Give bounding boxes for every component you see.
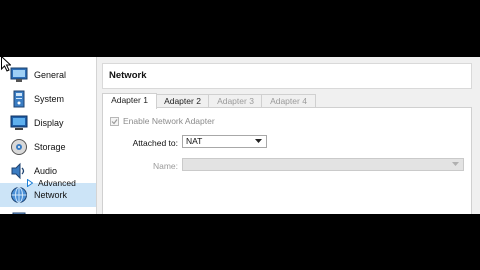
sidebar-item-system[interactable]: System bbox=[0, 87, 96, 111]
serial-ports-icon bbox=[10, 210, 28, 214]
audio-icon bbox=[10, 162, 28, 180]
sidebar-item-general[interactable]: General bbox=[0, 63, 96, 87]
network-icon bbox=[10, 186, 28, 204]
chevron-down-icon bbox=[452, 162, 459, 166]
display-icon bbox=[10, 114, 28, 132]
attached-to-value: NAT bbox=[186, 136, 203, 146]
sidebar-item-label: Display bbox=[34, 118, 64, 128]
advanced-label: Advanced bbox=[38, 178, 76, 188]
tab-adapter-4[interactable]: Adapter 4 bbox=[261, 94, 316, 108]
settings-sidebar: General System Display Storage Audio Net… bbox=[0, 57, 97, 214]
storage-icon bbox=[10, 138, 28, 156]
enable-adapter-label: Enable Network Adapter bbox=[123, 116, 215, 126]
system-icon bbox=[10, 90, 28, 108]
sidebar-item-label: Storage bbox=[34, 142, 66, 152]
check-icon bbox=[111, 118, 118, 124]
mouse-cursor-icon bbox=[1, 56, 11, 72]
enable-adapter-row: Enable Network Adapter bbox=[110, 116, 215, 126]
tab-label: Adapter 2 bbox=[164, 96, 201, 106]
tab-adapter-2[interactable]: Adapter 2 bbox=[155, 94, 210, 108]
page-header: Network bbox=[102, 63, 472, 89]
name-label: Name: bbox=[152, 161, 178, 171]
attached-to-select[interactable]: NAT bbox=[182, 135, 267, 148]
general-icon bbox=[10, 66, 28, 84]
sidebar-item-label: System bbox=[34, 94, 65, 104]
sidebar-item-display[interactable]: Display bbox=[0, 111, 96, 135]
tab-adapter-1[interactable]: Adapter 1 bbox=[102, 93, 157, 109]
attached-to-label: Attached to: bbox=[132, 138, 178, 148]
tab-label: Adapter 1 bbox=[111, 95, 148, 105]
expand-arrow-icon bbox=[27, 179, 33, 187]
tab-label: Adapter 3 bbox=[217, 96, 254, 106]
name-select[interactable] bbox=[182, 158, 464, 171]
sidebar-item-partial bbox=[0, 207, 96, 214]
sidebar-item-storage[interactable]: Storage bbox=[0, 135, 96, 159]
sidebar-item-label: General bbox=[34, 70, 67, 80]
adapter-panel: Enable Network Adapter Attached to: NAT … bbox=[102, 107, 472, 214]
sidebar-item-label: Audio bbox=[34, 166, 58, 176]
tab-adapter-3[interactable]: Adapter 3 bbox=[208, 94, 263, 108]
advanced-toggle[interactable]: Advanced bbox=[27, 178, 76, 188]
settings-window: General System Display Storage Audio Net… bbox=[0, 57, 480, 214]
enable-adapter-checkbox[interactable] bbox=[110, 116, 119, 126]
chevron-down-icon bbox=[255, 139, 262, 143]
tab-label: Adapter 4 bbox=[270, 96, 307, 106]
sidebar-item-label: Network bbox=[34, 190, 68, 200]
page-title: Network bbox=[109, 70, 147, 81]
